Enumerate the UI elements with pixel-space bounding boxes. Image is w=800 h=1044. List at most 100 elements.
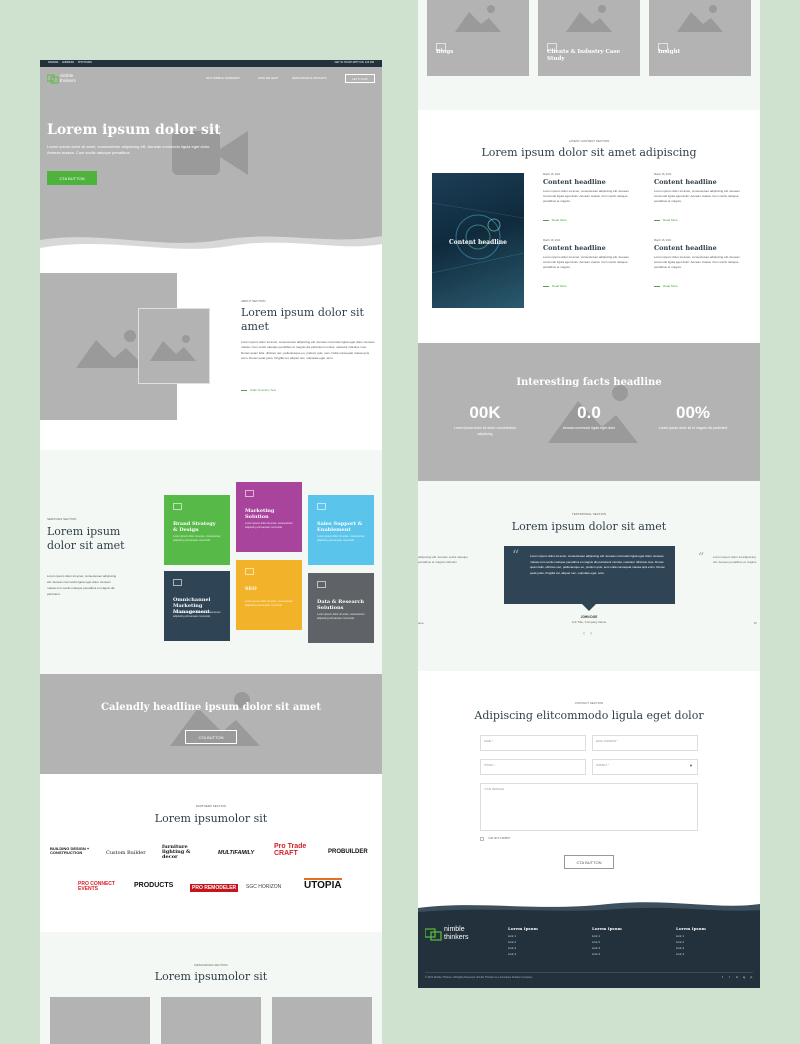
resource-card[interactable] [272, 997, 372, 1044]
service-tile[interactable]: Sales Support & Enablement Lorem ipsum do… [308, 495, 374, 565]
social-icon[interactable]: t [729, 975, 730, 979]
testimonial-kicker: TESTIMONIAL SECTION [571, 512, 607, 516]
read-more-link[interactable]: Read More [654, 284, 678, 288]
content-item[interactable]: March 18, 2021 Content headline Lorem ipsu… [654, 172, 750, 232]
facts-title: Interesting facts headline [516, 377, 662, 388]
resource-card[interactable]: Clients & Industry Case Study [538, 0, 640, 76]
services-kicker: SERVICES SECTION [47, 517, 77, 521]
topbar-link-3[interactable]: PHOTOVES [78, 60, 92, 65]
footer-link[interactable]: Link 4 [592, 951, 662, 957]
service-tile[interactable]: SEO Lorem ipsum dolor sit amet, consectet… [236, 560, 302, 630]
partner-logo: PRO REMODELER [190, 884, 239, 892]
contact-submit-button[interactable]: CTA BUTTON [564, 855, 614, 869]
nav-item-how[interactable]: HOW WE HELP [258, 76, 278, 81]
topbar-link-1[interactable]: SANDRA [48, 60, 58, 65]
service-icon [173, 503, 182, 510]
peek-name-left: ame [418, 621, 424, 625]
service-desc: Lorem ipsum dolor sit amet, consectetuer… [317, 613, 365, 620]
partners-title: Lorem ipsumolor sit [154, 812, 268, 825]
footer-brand[interactable]: nimble thinkers [425, 926, 485, 944]
prev-arrow-icon[interactable]: ‹ [583, 631, 585, 637]
service-tile[interactable]: Data & Research Solutions Lorem ipsum dol… [308, 573, 374, 643]
service-tile[interactable]: Brand Strategy & Design Lorem ipsum dolor… [164, 495, 230, 565]
chevron-down-icon: ▼ [689, 763, 693, 768]
resource-card[interactable] [50, 997, 150, 1044]
footer-column-title: Lorem Ipsum [508, 926, 538, 931]
read-more-text: Read More [552, 284, 567, 288]
topbar-contact[interactable]: GET IN TOUCH WITH US: 123 456 [335, 60, 374, 65]
message-field[interactable]: YOUR MESSAGE [480, 783, 698, 831]
content-date: March 18, 2021 [543, 239, 561, 242]
quote-icon: “ [698, 550, 705, 564]
testimonial-peek-right: Lorem ipsum dolor sit adipiscing elit. A… [713, 555, 757, 564]
read-more-text: Read More [552, 218, 567, 222]
footer-copyright: © 2021 Nimble Thinkers. All Rights Reser… [425, 976, 533, 979]
partner-logo: Custom Builder [106, 850, 146, 856]
service-tile[interactable]: Omnichannel Marketing Management Lorem ip… [164, 571, 230, 641]
partner-logo: MULTIFAMILY [218, 850, 255, 856]
name-field[interactable]: NAME * [480, 735, 586, 751]
content-kicker: LATEST CONTENT SECTION [568, 139, 610, 143]
content-item[interactable]: March 18, 2021 Content headline Lorem ipsu… [543, 172, 639, 232]
subject-select[interactable]: SUBJECT * ▼ [592, 759, 698, 775]
content-headline: Content headline [654, 178, 717, 186]
phone-field[interactable]: PHONE * [480, 759, 586, 775]
partner-logo: PRO CONNECT EVENTS [78, 881, 115, 892]
footer-link[interactable]: Link 4 [676, 951, 746, 957]
about-title: Lorem ipsum dolor sit amet [241, 306, 364, 333]
service-desc: Lorem ipsum dolor sit amet, consectetuer… [317, 535, 365, 542]
social-icon[interactable]: f [722, 975, 723, 979]
robot-checkbox[interactable] [480, 837, 484, 841]
fact-item: 00% Lorem ipsum dolor sit et magnis dis p… [644, 403, 742, 432]
service-tile[interactable]: Marketing Solution Lorem ipsum dolor sit … [236, 482, 302, 552]
read-more-link[interactable]: Read More [543, 284, 567, 288]
social-icon[interactable]: in [736, 975, 738, 979]
about-kicker: ABOUT SECTION [241, 299, 266, 303]
content-item[interactable]: March 18, 2021 Content headline Lorem ipsu… [654, 238, 750, 298]
read-more-text: Read More [663, 284, 678, 288]
content-date: March 18, 2021 [654, 239, 672, 242]
content-date: March 18, 2021 [654, 173, 672, 176]
about-link[interactable]: Calls To Action Text [241, 388, 276, 392]
footer-link[interactable]: Link 4 [508, 951, 578, 957]
calendly-section: Calendly headline ipsum dolor sit amet C… [40, 674, 382, 774]
contact-title: Adipiscing elitcommodo ligula eget dolor [474, 709, 704, 722]
image-placeholder-icon [566, 5, 612, 32]
footer-wave [418, 898, 760, 914]
social-icon[interactable]: yt [750, 975, 752, 979]
read-more-link[interactable]: Read More [543, 218, 567, 222]
hero-text: Lorem ipsum dolor sit amet, consectetuer… [47, 144, 211, 155]
nav-chat-button[interactable]: LET'S CHAT [345, 74, 375, 83]
nav-item-why[interactable]: WHY NIMBLE THINKERS? [206, 76, 240, 81]
resource-card[interactable]: Blogs [427, 0, 529, 76]
social-icon[interactable]: ig [743, 975, 745, 979]
fact-value: 0.0 [577, 403, 601, 422]
left-page: SANDRA ANDRESS PHOTOVES GET IN TOUCH WIT… [40, 60, 382, 1044]
brand-logo[interactable]: nimble thinkers [47, 73, 87, 85]
content-date: March 18, 2021 [543, 173, 561, 176]
calendly-cta-button[interactable]: CTA BUTTON [185, 730, 237, 744]
resource-card[interactable]: Insight [649, 0, 751, 76]
service-icon [245, 490, 254, 497]
nav-item-resources[interactable]: RESOURCES & INSIGHTS [292, 76, 326, 81]
content-text: Lorem ipsum dolor sit amet, consectetuer… [543, 255, 629, 269]
topbar-link-2[interactable]: ANDRESS [62, 60, 74, 65]
footer-brand-line2: thinkers [444, 934, 469, 941]
feature-image[interactable]: Content headline [432, 173, 524, 308]
dash-icon [241, 389, 247, 391]
hero-title: Lorem ipsum dolor sit [47, 122, 221, 138]
email-field[interactable]: EMAIL ADDRESS * [592, 735, 698, 751]
fact-item: 0.0 Aenean commodo ligula eget dolor [540, 403, 638, 432]
footer-column-title: Lorem Ipsum [676, 926, 706, 931]
read-more-link[interactable]: Read More [654, 218, 678, 222]
partner-logo: BUILDING DESIGN + CONSTRUCTION [50, 846, 90, 855]
subject-label: SUBJECT * [596, 764, 610, 767]
brand-line2: thinkers [60, 78, 76, 83]
resource-card[interactable] [161, 997, 261, 1044]
hero-cta-button[interactable]: CTA BUTTON [47, 171, 97, 185]
image-placeholder-icon [455, 5, 501, 32]
next-arrow-icon[interactable]: › [590, 631, 592, 637]
content-item[interactable]: March 18, 2021 Content headline Lorem ipsu… [543, 238, 639, 298]
fact-value: 00K [469, 403, 501, 422]
services-text: Lorem ipsum dolor sit amet, consectetuer… [47, 574, 117, 596]
